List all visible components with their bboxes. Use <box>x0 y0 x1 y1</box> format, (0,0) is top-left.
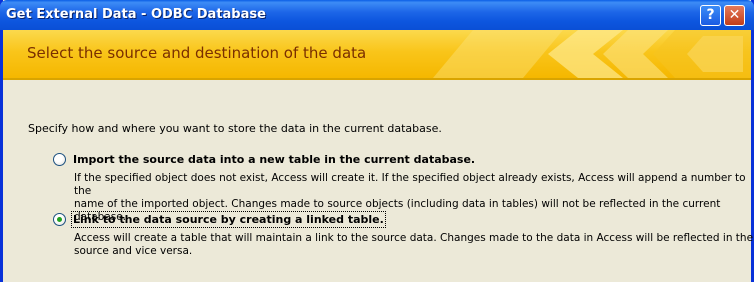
instructions-text: Specify how and where you want to store … <box>28 122 442 135</box>
link-option-label[interactable]: Link to the data source by creating a li… <box>71 211 386 228</box>
import-option-label[interactable]: Import the source data into a new table … <box>73 153 475 166</box>
link-option-description-line2: source and vice versa. <box>74 245 193 257</box>
link-option-description-line1: Access will create a table that will mai… <box>74 232 754 244</box>
import-option-radio[interactable] <box>53 153 66 166</box>
import-option-description-line1: If the specified object does not exist, … <box>74 172 746 197</box>
banner-divider <box>3 78 751 80</box>
radio-selected-dot <box>57 217 62 222</box>
link-option-radio[interactable] <box>53 213 66 226</box>
close-button[interactable]: ✕ <box>724 5 745 26</box>
banner-title: Select the source and destination of the… <box>27 44 367 62</box>
window-title: Get External Data - ODBC Database <box>6 7 266 22</box>
title-bar[interactable]: Get External Data - ODBC Database ? ✕ <box>0 0 754 30</box>
help-button[interactable]: ? <box>700 5 721 26</box>
header-banner: Select the source and destination of the… <box>3 30 751 78</box>
link-option-description: Access will create a table that will mai… <box>74 232 753 258</box>
